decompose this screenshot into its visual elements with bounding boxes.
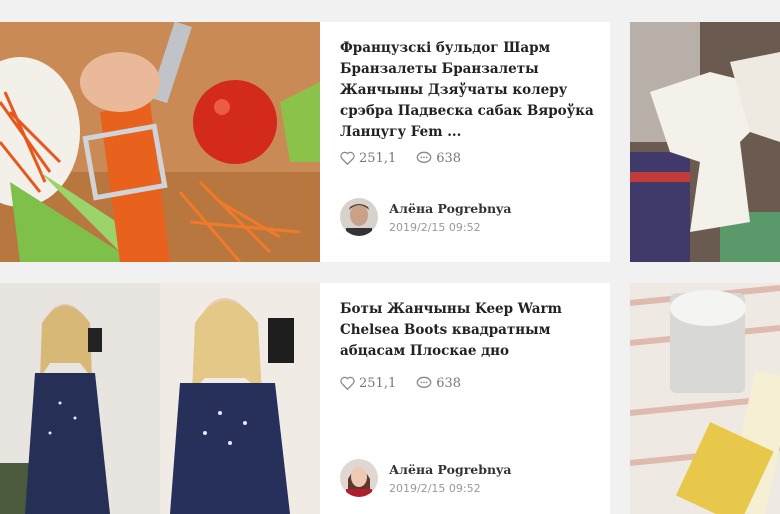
comment-count: 638 — [436, 375, 462, 391]
comment-icon — [416, 376, 432, 388]
post-title[interactable]: Боты Жанчыны Keep Warm Chelsea Boots ква… — [340, 299, 595, 362]
like-count: 251,1 — [359, 150, 397, 166]
post-card[interactable]: Боты Жанчыны Keep Warm Chelsea Boots ква… — [0, 283, 610, 514]
comment-counter[interactable]: 638 — [416, 151, 461, 166]
side-thumbnail-cosmetics[interactable] — [630, 283, 780, 514]
like-counter[interactable]: 251,1 — [340, 151, 396, 166]
author-name[interactable]: Алёна Pogrebnya — [389, 201, 511, 216]
avatar[interactable] — [340, 198, 378, 236]
post-date: 2019/2/15 09:52 — [389, 220, 481, 234]
comment-icon — [416, 151, 432, 163]
like-count: 251,1 — [359, 375, 397, 391]
author-name[interactable]: Алёна Pogrebnya — [389, 462, 511, 477]
post-title[interactable]: Французскі бульдог Шарм Бранзалеты Бранз… — [340, 38, 595, 143]
post-date: 2019/2/15 09:52 — [389, 481, 481, 495]
post-card[interactable]: Французскі бульдог Шарм Бранзалеты Бранз… — [0, 22, 610, 262]
heart-icon — [340, 151, 355, 165]
heart-icon — [340, 376, 355, 390]
avatar[interactable] — [340, 459, 378, 497]
author-block[interactable]: Алёна Pogrebnya 2019/2/15 09:52 — [340, 459, 511, 497]
author-block[interactable]: Алёна Pogrebnya 2019/2/15 09:52 — [340, 198, 511, 236]
post-thumbnail-peeler[interactable] — [0, 22, 320, 262]
like-counter[interactable]: 251,1 — [340, 376, 396, 391]
comment-counter[interactable]: 638 — [416, 376, 461, 391]
side-thumbnail-lace-garment[interactable] — [630, 22, 780, 262]
comment-count: 638 — [436, 150, 462, 166]
post-thumbnail-dress[interactable] — [0, 283, 320, 514]
